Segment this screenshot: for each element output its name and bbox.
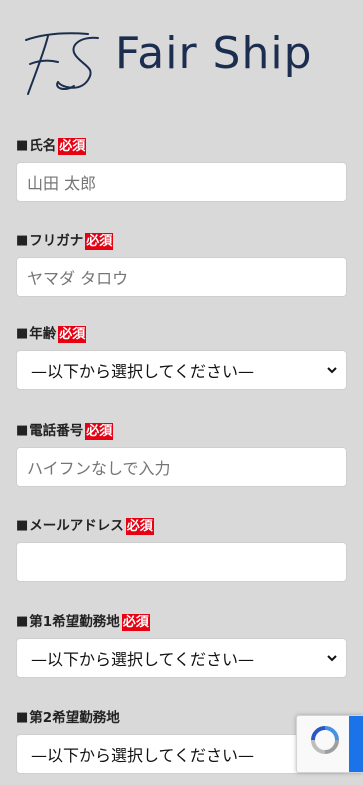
field-label: ■ 氏名 必須	[16, 136, 347, 156]
field-label: ■ フリガナ 必須	[16, 231, 347, 251]
label-text: フリガナ	[29, 233, 84, 249]
field-email: ■ メールアドレス 必須	[16, 516, 347, 582]
select-value: —以下から選択してください—	[31, 746, 255, 765]
select-value: —以下から選択してください—	[31, 650, 255, 669]
chevron-down-icon	[327, 655, 337, 662]
field-label: ■ 第1希望勤務地 必須	[16, 612, 347, 632]
field-name: ■ 氏名 必須 山田 太郎	[16, 136, 347, 202]
label-text: 年齢	[29, 326, 57, 342]
field-label: ■ 電話番号 必須	[16, 421, 347, 441]
brand-name: Fair Ship	[115, 28, 313, 79]
label-text: メールアドレス	[29, 518, 124, 534]
square-bullet-icon: ■	[16, 710, 29, 725]
select-value: —以下から選択してください—	[31, 362, 255, 381]
label-text: 電話番号	[29, 423, 84, 439]
required-badge: 必須	[125, 517, 154, 535]
chevron-down-icon	[327, 367, 337, 374]
location-1-select[interactable]: —以下から選択してください—	[16, 638, 347, 678]
fs-monogram-icon	[25, 32, 99, 95]
square-bullet-icon: ■	[16, 326, 29, 341]
input-placeholder: ハイフンなしで入力	[27, 459, 171, 478]
square-bullet-icon: ■	[16, 138, 29, 153]
square-bullet-icon: ■	[16, 518, 29, 533]
furigana-input[interactable]: ヤマダ タロウ	[16, 257, 347, 297]
recaptcha-tab	[349, 716, 363, 772]
field-label: ■ メールアドレス 必須	[16, 516, 347, 536]
square-bullet-icon: ■	[16, 423, 29, 438]
input-placeholder: ヤマダ タロウ	[27, 269, 129, 288]
email-input[interactable]	[16, 542, 347, 582]
recaptcha-badge[interactable]	[296, 715, 363, 773]
age-select[interactable]: —以下から選択してください—	[16, 350, 347, 390]
field-age: ■ 年齢 必須 —以下から選択してください—	[16, 324, 347, 390]
field-furigana: ■ フリガナ 必須 ヤマダ タロウ	[16, 231, 347, 297]
field-label: ■ 年齢 必須	[16, 324, 347, 344]
phone-input[interactable]: ハイフンなしで入力	[16, 447, 347, 487]
field-location-1: ■ 第1希望勤務地 必須 —以下から選択してください—	[16, 612, 347, 678]
field-phone: ■ 電話番号 必須 ハイフンなしで入力	[16, 421, 347, 487]
input-placeholder: 山田 太郎	[27, 174, 97, 193]
required-badge: 必須	[58, 137, 87, 155]
label-text: 第2希望勤務地	[29, 710, 120, 726]
site-header-logo[interactable]: Fair Ship	[0, 0, 363, 118]
required-badge: 必須	[85, 232, 114, 250]
square-bullet-icon: ■	[16, 614, 29, 629]
name-input[interactable]: 山田 太郎	[16, 162, 347, 202]
required-badge: 必須	[85, 422, 114, 440]
label-text: 第1希望勤務地	[29, 614, 120, 630]
required-badge: 必須	[58, 325, 87, 343]
label-text: 氏名	[29, 138, 57, 154]
square-bullet-icon: ■	[16, 233, 29, 248]
recaptcha-icon	[311, 726, 339, 754]
required-badge: 必須	[121, 613, 150, 631]
